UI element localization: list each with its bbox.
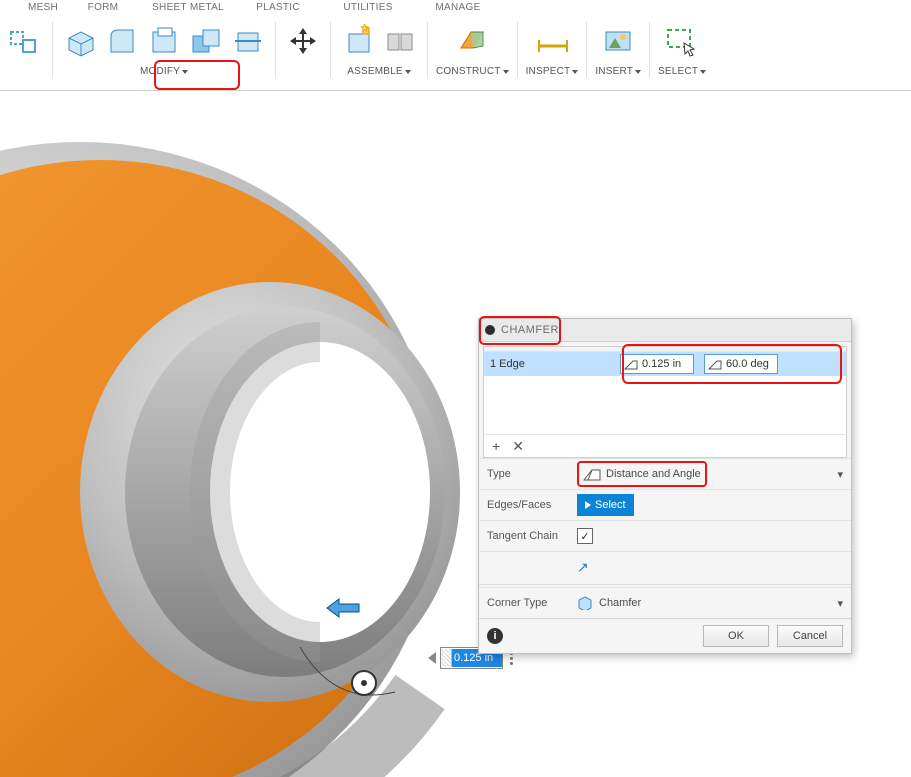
insert-dropdown[interactable]: INSERT <box>595 66 641 77</box>
remove-selection-button[interactable]: ✕ <box>512 438 524 455</box>
ok-button[interactable]: OK <box>703 625 769 647</box>
distance-cell[interactable]: 0.125 in <box>620 354 694 374</box>
type-dropdown[interactable]: Distance and Angle <box>577 461 707 487</box>
corner-type-label: Corner Type <box>487 597 577 609</box>
type-label: Type <box>487 468 577 480</box>
measure-icon[interactable] <box>533 22 571 60</box>
panel-title-bar[interactable]: CHAMFER <box>479 319 851 342</box>
modify-dropdown[interactable]: MODIFY <box>140 66 188 77</box>
add-selection-button[interactable]: + <box>492 438 500 454</box>
select-window-icon[interactable] <box>663 22 701 60</box>
corner-type-value: Chamfer <box>599 597 641 609</box>
corner-type-dropdown[interactable]: Chamfer ▾ <box>577 596 843 610</box>
angle-cell[interactable]: 60.0 deg <box>704 354 778 374</box>
chamfer-panel: CHAMFER 1 Edge 0.125 in 60.0 deg + ✕ Typ… <box>478 318 852 654</box>
group-insert: INSERT <box>589 18 647 77</box>
group-left <box>0 18 50 64</box>
caret-icon <box>182 70 188 74</box>
group-move <box>278 18 328 77</box>
group-construct: CONSTRUCT <box>430 18 515 77</box>
combine-icon[interactable] <box>187 22 225 60</box>
type-value: Distance and Angle <box>606 468 701 480</box>
info-icon[interactable]: i <box>487 628 503 644</box>
modify-label: MODIFY <box>140 66 180 77</box>
chevron-down-icon: ▾ <box>837 597 843 610</box>
selection-row[interactable]: 1 Edge 0.125 in 60.0 deg <box>484 352 846 376</box>
drag-grip-icon[interactable] <box>441 649 452 667</box>
model-ring <box>0 132 540 777</box>
construct-plane-icon[interactable] <box>453 22 491 60</box>
tab-form[interactable]: FORM <box>68 0 138 16</box>
cancel-button[interactable]: Cancel <box>777 625 843 647</box>
panel-pin-icon[interactable] <box>485 325 495 335</box>
toolbar-row: MODIFY ASSEMBLE <box>0 18 712 78</box>
panel-button-bar: i OK Cancel <box>479 618 851 653</box>
ribbon: MESH FORM SHEET METAL PLASTIC UTILITIES … <box>0 0 911 91</box>
shell-icon[interactable] <box>145 22 183 60</box>
tangent-chain-checkbox[interactable] <box>577 528 593 544</box>
row-type: Type Distance and Angle ▾ <box>479 458 851 489</box>
corner-type-icon <box>577 596 593 610</box>
edges-faces-label: Edges/Faces <box>487 499 577 511</box>
tab-sheet-metal[interactable]: SHEET METAL <box>138 0 238 16</box>
sketch-icon[interactable] <box>6 22 44 60</box>
chevron-down-icon[interactable]: ▾ <box>837 468 843 481</box>
tab-utilities[interactable]: UTILITIES <box>318 0 418 16</box>
group-select: SELECT <box>652 18 712 77</box>
inspect-dropdown[interactable]: INSPECT <box>526 66 579 77</box>
split-icon[interactable] <box>229 22 267 60</box>
group-modify: MODIFY <box>55 18 273 77</box>
panel-title: CHAMFER <box>501 324 559 336</box>
row-corner-type: Corner Type Chamfer ▾ <box>479 587 851 618</box>
tab-mesh[interactable]: MESH <box>18 0 68 16</box>
pointer-icon <box>428 652 436 664</box>
selection-table: 1 Edge 0.125 in 60.0 deg + ✕ <box>483 346 847 458</box>
select-dropdown[interactable]: SELECT <box>658 66 706 77</box>
manipulator-node[interactable] <box>351 670 377 696</box>
distance-value: 0.125 in <box>642 358 690 370</box>
construct-dropdown[interactable]: CONSTRUCT <box>436 66 509 77</box>
tab-plastic[interactable]: PLASTIC <box>238 0 318 16</box>
edge-count-label: 1 Edge <box>490 358 610 370</box>
joint-icon[interactable] <box>381 22 419 60</box>
insert-image-icon[interactable] <box>599 22 637 60</box>
new-component-icon[interactable] <box>339 22 377 60</box>
group-inspect: INSPECT <box>520 18 585 77</box>
assemble-dropdown[interactable]: ASSEMBLE <box>347 66 411 77</box>
group-assemble: ASSEMBLE <box>333 18 425 77</box>
tab-manage[interactable]: MANAGE <box>418 0 498 16</box>
move-icon[interactable] <box>284 22 322 60</box>
flip-icon[interactable]: ↗ <box>577 559 589 576</box>
select-button[interactable]: Select <box>577 494 634 516</box>
tangent-chain-label: Tangent Chain <box>487 530 577 542</box>
fillet-icon[interactable] <box>103 22 141 60</box>
press-pull-icon[interactable] <box>61 22 99 60</box>
angle-value: 60.0 deg <box>726 358 774 370</box>
ribbon-tabs: MESH FORM SHEET METAL PLASTIC UTILITIES … <box>0 0 911 16</box>
row-flip: ↗ <box>479 551 851 582</box>
row-edges-faces: Edges/Faces Select <box>479 489 851 520</box>
row-tangent-chain: Tangent Chain <box>479 520 851 551</box>
